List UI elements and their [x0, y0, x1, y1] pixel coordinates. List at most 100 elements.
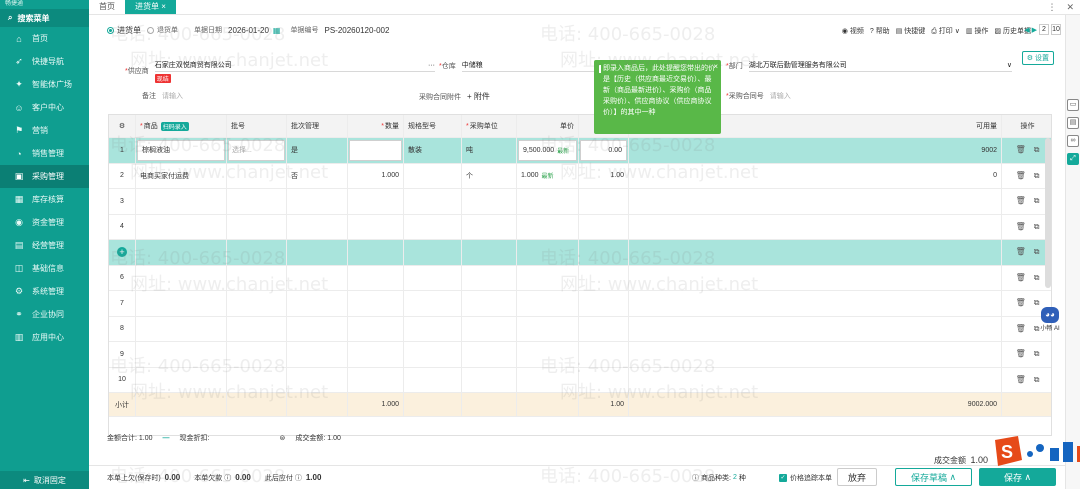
delete-icon[interactable]: 🗑: [1016, 196, 1026, 206]
cell-product[interactable]: [136, 291, 227, 316]
add-row-icon[interactable]: +: [117, 247, 127, 258]
cell-batch[interactable]: [227, 342, 287, 367]
cell-amount[interactable]: [579, 316, 629, 341]
cell-avail[interactable]: [629, 214, 1002, 239]
document-icon[interactable]: ▤: [1067, 117, 1079, 129]
cell-spec[interactable]: [404, 367, 462, 392]
cell-batch[interactable]: [227, 367, 287, 392]
cell-product[interactable]: [136, 240, 227, 265]
cell-batch_mgmt[interactable]: [287, 265, 348, 290]
cell-spec[interactable]: 散装: [404, 138, 462, 163]
save-button[interactable]: 保存 ∧: [979, 468, 1056, 486]
cell-qty[interactable]: [348, 291, 404, 316]
info-icon[interactable]: ⓘ: [295, 473, 302, 483]
cell-unit[interactable]: [462, 214, 517, 239]
cell-batch[interactable]: [227, 163, 287, 188]
next-icon[interactable]: ▶: [1032, 26, 1037, 34]
amount-input[interactable]: 0.00: [580, 139, 627, 161]
cell-spec[interactable]: [404, 240, 462, 265]
cell-avail[interactable]: 9002: [629, 138, 1002, 163]
sidebar-item-business[interactable]: ▤ 经营管理: [0, 234, 89, 257]
cell-unit[interactable]: [462, 342, 517, 367]
cell-batch_mgmt[interactable]: [287, 240, 348, 265]
cell-batch_mgmt[interactable]: 是: [287, 138, 348, 163]
cell-price[interactable]: [517, 265, 579, 290]
dept-dropdown-icon[interactable]: ∨: [1007, 61, 1012, 69]
delete-icon[interactable]: 🗑: [1016, 222, 1026, 232]
cell-product[interactable]: [136, 316, 227, 341]
cell-avail[interactable]: [629, 316, 1002, 341]
settings-button[interactable]: ⚙ 设置: [1021, 51, 1054, 65]
cell-avail[interactable]: [629, 291, 1002, 316]
delete-icon[interactable]: 🗑: [1016, 247, 1026, 257]
link-icon[interactable]: ∞: [1067, 135, 1079, 147]
close-icon[interactable]: ×: [713, 61, 718, 72]
cell-batch_mgmt[interactable]: [287, 367, 348, 392]
cell-price[interactable]: [517, 291, 579, 316]
add-attachment-button[interactable]: + 附件: [467, 91, 490, 102]
sidebar-item-sales[interactable]: ◔ 销售管理: [0, 142, 89, 165]
copy-icon[interactable]: ⧉: [1034, 145, 1040, 155]
copy-icon[interactable]: ⧉: [1034, 247, 1040, 257]
close-window-icon[interactable]: ✕: [1066, 2, 1074, 13]
sidebar-item-rocket[interactable]: ➶ 快捷导航: [0, 50, 89, 73]
cell-price[interactable]: [517, 240, 579, 265]
sidebar-item-purchase[interactable]: ▣ 采购管理: [0, 165, 89, 188]
cell-price[interactable]: [517, 189, 579, 214]
shortcut-button[interactable]: ▤ 快捷键: [896, 26, 926, 36]
cell-qty[interactable]: [348, 342, 404, 367]
more-icon[interactable]: ⋮: [1047, 2, 1056, 13]
column-settings-icon[interactable]: ⚙: [109, 115, 136, 137]
cell-amount[interactable]: [579, 367, 629, 392]
delete-icon[interactable]: 🗑: [1016, 273, 1026, 283]
price-input[interactable]: 9,500.000 最新: [518, 139, 577, 161]
product-input[interactable]: 棕榈液油: [137, 139, 225, 161]
message-icon[interactable]: ▭: [1067, 99, 1079, 111]
price-trace-checkbox[interactable]: ✓ 价格追踪本单: [779, 473, 832, 483]
cell-unit[interactable]: [462, 367, 517, 392]
cell-unit[interactable]: [462, 316, 517, 341]
cell-batch_mgmt[interactable]: [287, 342, 348, 367]
cell-product[interactable]: [136, 214, 227, 239]
cell-amount[interactable]: 0.00: [579, 138, 629, 163]
code-field[interactable]: PS-20260120-002: [324, 26, 389, 35]
cell-spec[interactable]: [404, 291, 462, 316]
cell-amount[interactable]: [579, 291, 629, 316]
cell-qty[interactable]: [348, 367, 404, 392]
cell-qty[interactable]: [348, 189, 404, 214]
operation-button[interactable]: ▥ 操作: [966, 26, 989, 36]
cell-batch[interactable]: [227, 189, 287, 214]
cell-qty[interactable]: 1.000: [348, 163, 404, 188]
cell-product[interactable]: [136, 265, 227, 290]
cell-qty[interactable]: [348, 138, 404, 163]
cell-unit[interactable]: [462, 291, 517, 316]
cell-unit[interactable]: [462, 265, 517, 290]
copy-icon[interactable]: ⧉: [1034, 349, 1040, 359]
delete-icon[interactable]: 🗑: [1016, 349, 1026, 359]
copy-icon[interactable]: ⧉: [1034, 222, 1040, 232]
sidebar-item-marketing[interactable]: ⚑ 营销: [0, 119, 89, 142]
tab-home[interactable]: 首页: [89, 0, 125, 14]
cell-spec[interactable]: [404, 265, 462, 290]
cell-price[interactable]: [517, 214, 579, 239]
cell-qty[interactable]: [348, 316, 404, 341]
sidebar-item-ai[interactable]: ✦ 智能体广场: [0, 73, 89, 96]
contract-input[interactable]: 请输入: [770, 91, 791, 101]
save-draft-button[interactable]: 保存草稿 ∧: [895, 468, 972, 486]
copy-icon[interactable]: ⧉: [1034, 375, 1040, 385]
video-button[interactable]: ◉ 视频: [842, 26, 864, 36]
cell-batch_mgmt[interactable]: [287, 189, 348, 214]
sidebar-item-funds[interactable]: ◉ 资金管理: [0, 211, 89, 234]
copy-icon[interactable]: ⧉: [1034, 171, 1040, 181]
cell-avail[interactable]: [629, 240, 1002, 265]
cell-avail[interactable]: [629, 189, 1002, 214]
cell-avail[interactable]: 0: [629, 163, 1002, 188]
info-icon[interactable]: ⓘ: [224, 473, 231, 483]
cell-amount[interactable]: [579, 265, 629, 290]
cell-price[interactable]: 1.000 最新: [517, 163, 579, 188]
unpin-sidebar-button[interactable]: ⇤ 取消固定: [0, 471, 89, 489]
sidebar-item-home[interactable]: ⌂ 首页: [0, 27, 89, 50]
cell-amount[interactable]: 1.00: [579, 163, 629, 188]
cell-price[interactable]: [517, 316, 579, 341]
cell-qty[interactable]: [348, 214, 404, 239]
